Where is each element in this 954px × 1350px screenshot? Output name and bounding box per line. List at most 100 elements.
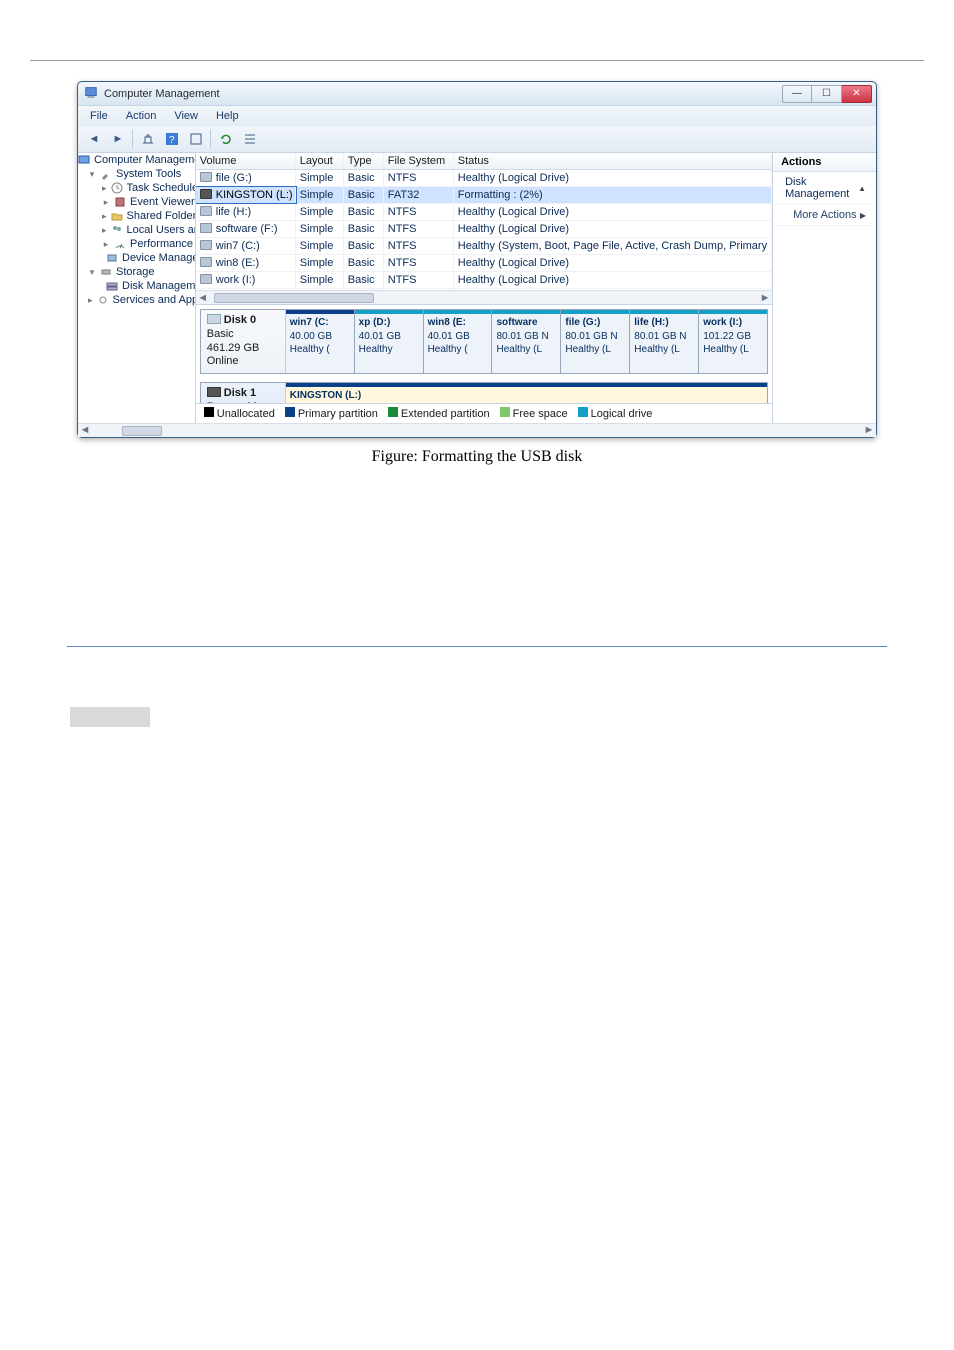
legend-unallocated: Unallocated [217, 408, 275, 420]
nav-tree[interactable]: Computer Management (Local ▾System Tools… [78, 153, 196, 423]
tree-services-apps[interactable]: ▸Services and Applications [78, 293, 195, 307]
tree-storage[interactable]: ▾Storage [78, 265, 195, 279]
close-button[interactable]: ✕ [842, 85, 872, 103]
tree-shared-folders[interactable]: ▸Shared Folders [78, 209, 195, 223]
menu-view[interactable]: View [166, 108, 206, 124]
tree-local-users[interactable]: ▸Local Users and Groups [78, 223, 195, 237]
scroll-right-icon[interactable]: ► [758, 292, 772, 304]
col-layout[interactable]: Layout [296, 153, 344, 169]
scroll-thumb[interactable] [122, 426, 162, 436]
volume-row[interactable]: win8 (E:)SimpleBasicNTFSHealthy (Logical… [196, 255, 772, 272]
volume-row[interactable]: work (I:)SimpleBasicNTFSHealthy (Logical… [196, 272, 772, 289]
volume-row[interactable]: KINGSTON (L:)SimpleBasicFAT32Formatting … [196, 187, 772, 204]
partition[interactable]: xp (D:)40.01 GB Healthy [355, 310, 424, 373]
legend-swatch-free [500, 407, 510, 417]
volume-row[interactable]: software (F:)SimpleBasicNTFSHealthy (Log… [196, 221, 772, 238]
chevron-right-icon[interactable]: ▶ [860, 211, 866, 220]
disk-0[interactable]: Disk 0 Basic 461.29 GB Online win7 (C:40… [200, 309, 768, 374]
disk-map-area[interactable]: Disk 0 Basic 461.29 GB Online win7 (C:40… [196, 304, 772, 403]
titlebar[interactable]: Computer Management — ☐ ✕ [78, 82, 876, 106]
partition-label: file (G:) [565, 317, 625, 330]
menubar: File Action View Help [78, 106, 876, 126]
tree-hscroll[interactable]: ◄ ► [78, 423, 876, 437]
tree-label: System Tools [116, 168, 181, 180]
tree-root-label: Computer Management (Local [94, 154, 196, 166]
back-button[interactable]: ◄ [84, 129, 104, 149]
partition-label: software [496, 317, 556, 330]
tree-event-viewer[interactable]: ▸Event Viewer [78, 195, 195, 209]
disk-0-state: Online [207, 355, 239, 367]
help-button[interactable]: ? [162, 129, 182, 149]
tree-disk-management[interactable]: Disk Management [78, 279, 195, 293]
partition-status: Healthy [359, 344, 393, 355]
col-fs[interactable]: File System [384, 153, 454, 169]
menu-action[interactable]: Action [118, 108, 165, 124]
tree-task-scheduler[interactable]: ▸Task Scheduler [78, 181, 195, 195]
col-status[interactable]: Status [454, 153, 772, 169]
gear-icon [97, 294, 109, 306]
tree-label: Local Users and Groups [127, 224, 196, 236]
actions-disk-management[interactable]: Disk Management ▲ [773, 172, 876, 205]
app-icon [84, 85, 98, 102]
tree-performance[interactable]: ▸Performance [78, 237, 195, 251]
prop-button[interactable] [186, 129, 206, 149]
legend-free: Free space [513, 408, 568, 420]
scroll-left-icon[interactable]: ◄ [78, 424, 92, 437]
usb-disk-icon [207, 387, 221, 397]
legend-swatch-unallocated [204, 407, 214, 417]
refresh-button[interactable] [216, 129, 236, 149]
col-type[interactable]: Type [344, 153, 384, 169]
partition-size: 80.01 GB N [634, 331, 686, 342]
toolbar-separator [132, 129, 134, 149]
disk-0-info: Disk 0 Basic 461.29 GB Online [201, 310, 286, 373]
disk-0-size: 461.29 GB [207, 342, 260, 354]
partition-label: xp (D:) [359, 317, 419, 330]
volume-row[interactable]: win7 (C:)SimpleBasicNTFSHealthy (System,… [196, 238, 772, 255]
partition-size: 80.01 GB N [496, 331, 548, 342]
scroll-thumb[interactable] [214, 293, 374, 303]
tree-root[interactable]: Computer Management (Local [78, 153, 195, 167]
partition-status: Healthy ( [290, 344, 330, 355]
menu-file[interactable]: File [82, 108, 116, 124]
partition-size: 40.01 GB [359, 331, 401, 342]
actions-row-label: Disk Management [785, 176, 858, 200]
forward-button[interactable]: ► [108, 129, 128, 149]
volume-row[interactable]: life (H:)SimpleBasicNTFSHealthy (Logical… [196, 204, 772, 221]
partition[interactable]: work (I:)101.22 GBHealthy (L [699, 310, 767, 373]
partition[interactable]: win7 (C:40.00 GBHealthy ( [286, 310, 355, 373]
computer-icon [78, 154, 90, 166]
device-icon [106, 252, 118, 264]
menu-help[interactable]: Help [208, 108, 247, 124]
volume-header[interactable]: Volume Layout Type File System Status [196, 153, 772, 170]
volume-hscroll[interactable]: ◄ ► [196, 290, 772, 304]
disk-icon [207, 314, 221, 324]
volume-row[interactable]: file (G:)SimpleBasicNTFSHealthy (Logical… [196, 170, 772, 187]
tree-device-manager[interactable]: Device Manager [78, 251, 195, 265]
gauge-icon [114, 238, 126, 250]
col-volume[interactable]: Volume [196, 153, 296, 169]
scroll-right-icon[interactable]: ► [862, 424, 876, 437]
window-title: Computer Management [104, 88, 220, 100]
disk-1[interactable]: Disk 1 Removable 7.21 GB Online KINGSTON… [200, 382, 768, 403]
partition[interactable]: software80.01 GB NHealthy (L [492, 310, 561, 373]
partition[interactable]: life (H:)80.01 GB NHealthy (L [630, 310, 699, 373]
disk-1-info: Disk 1 Removable 7.21 GB Online [201, 383, 286, 403]
computer-management-window: Computer Management — ☐ ✕ File Action Vi… [77, 81, 877, 438]
partition[interactable]: file (G:)80.01 GB NHealthy (L [561, 310, 630, 373]
partition[interactable]: win8 (E:40.01 GBHealthy ( [424, 310, 493, 373]
partition-kingston[interactable]: KINGSTON (L:) 7.21 GB Formatting : (2%) [286, 383, 767, 403]
tree-system-tools[interactable]: ▾System Tools [78, 167, 195, 181]
collapse-up-icon[interactable]: ▲ [858, 184, 866, 193]
tree-label: Shared Folders [127, 210, 196, 222]
minimize-button[interactable]: — [782, 85, 812, 103]
up-button[interactable] [138, 129, 158, 149]
volume-list[interactable]: file (G:)SimpleBasicNTFSHealthy (Logical… [196, 170, 772, 290]
tree-label: Device Manager [122, 252, 196, 264]
partition-bar [630, 310, 698, 314]
list-button[interactable] [240, 129, 260, 149]
actions-more[interactable]: More Actions ▶ [773, 205, 876, 226]
actions-row-label: More Actions [793, 209, 857, 221]
maximize-button[interactable]: ☐ [812, 85, 842, 103]
scroll-left-icon[interactable]: ◄ [196, 292, 210, 304]
partition-label: work (I:) [703, 317, 763, 330]
